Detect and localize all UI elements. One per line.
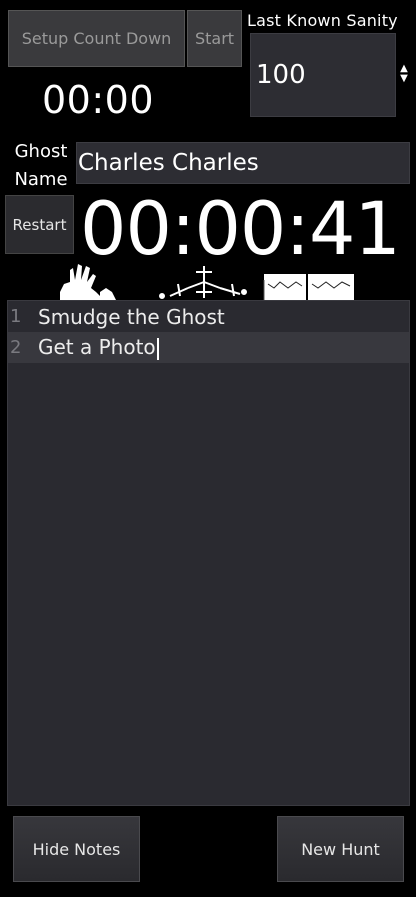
note-text[interactable]: Get a Photo [32,335,159,360]
setup-count-down-button[interactable]: Setup Count Down [8,10,185,67]
text-cursor [156,337,159,360]
restart-button[interactable]: Restart [5,195,74,254]
note-text[interactable]: Smudge the Ghost [32,305,225,329]
sanity-value: 100 [256,60,306,90]
ghost-orb-icon[interactable] [159,266,247,299]
note-line-active[interactable]: 2 Get a Photo [8,332,409,363]
sanity-spinner[interactable]: ▲ ▼ [398,64,410,86]
ghost-name-label-line1: Ghost [14,141,68,162]
start-button[interactable]: Start [187,10,242,67]
ghost-writing-icon[interactable] [263,274,354,300]
ghost-name-label: Ghost Name [12,138,70,194]
line-number: 2 [10,337,22,358]
ghost-name-input[interactable]: Charles Charles [76,142,410,184]
ghost-name-label-line2: Name [14,169,68,190]
sanity-label: Last Known Sanity [247,11,398,30]
countdown-display: 00:00 [42,78,155,122]
new-hunt-button[interactable]: New Hunt [277,816,404,882]
spin-down-icon[interactable]: ▼ [398,74,410,84]
sanity-input[interactable]: 100 [250,33,396,117]
line-number: 1 [10,306,22,327]
hide-notes-button[interactable]: Hide Notes [13,816,140,882]
note-text-content: Get a Photo [38,335,156,360]
note-line[interactable]: 1 Smudge the Ghost [8,301,409,332]
handprint-icon[interactable] [60,264,116,300]
notes-editor[interactable]: 1 Smudge the Ghost 2 Get a Photo [7,300,410,806]
evidence-icons [0,262,416,300]
